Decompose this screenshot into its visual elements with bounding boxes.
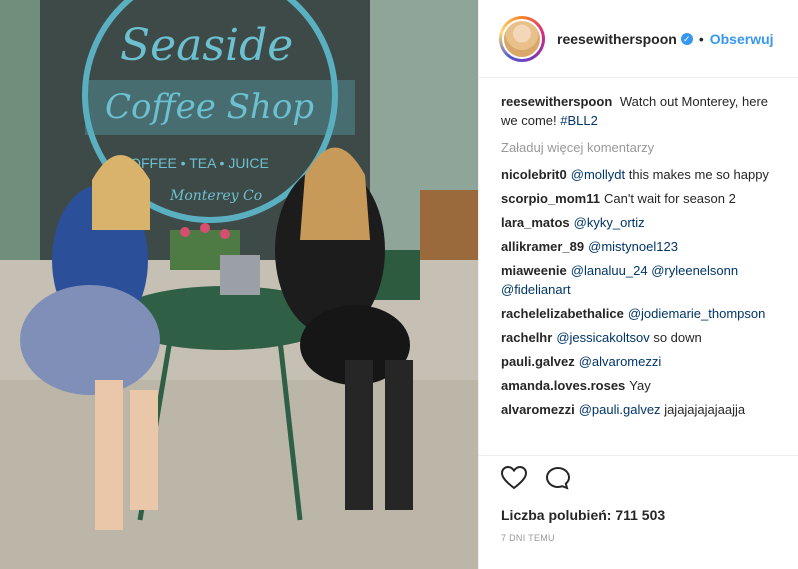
header-username[interactable]: reesewitherspoon: [557, 31, 677, 47]
comment-username[interactable]: pauli.galvez: [501, 354, 575, 369]
comment-text: Yay: [629, 378, 651, 393]
comment-username[interactable]: alvaromezzi: [501, 402, 575, 417]
action-icons: [500, 465, 798, 495]
instagram-post: Seaside Coffee Shop COFFEE • TEA • JUICE…: [0, 0, 798, 569]
separator-dot: •: [698, 30, 704, 47]
comment-icon: [545, 466, 571, 490]
comment-item: rachelelizabethalice @jodiemarie_thompson: [501, 304, 798, 323]
comment-mention[interactable]: @pauli.galvez: [579, 402, 661, 417]
comment-username[interactable]: nicolebrit0: [501, 167, 567, 182]
sign-line3: COFFEE • TEA • JUICE: [120, 155, 269, 171]
comment-username[interactable]: rachelhr: [501, 330, 552, 345]
comment-button[interactable]: [545, 466, 571, 495]
comment-item: rachelhr @jessicakoltsov so down: [501, 328, 798, 347]
comment-text: this makes me so happy: [628, 167, 769, 182]
avatar[interactable]: [499, 15, 545, 62]
caption-username[interactable]: reesewitherspoon: [501, 94, 612, 109]
comment-mention[interactable]: @jodiemarie_thompson: [628, 306, 766, 321]
comment-item: pauli.galvez @alvaromezzi: [501, 352, 798, 371]
comment-mention[interactable]: @alvaromezzi: [579, 354, 662, 369]
post-actions: Liczba polubień: 711 503 7 DNI TEMU: [479, 455, 798, 543]
post-sidebar: reesewitherspoon ✓ • Obserwuj reesewithe…: [478, 0, 798, 569]
avatar-image: [502, 18, 542, 59]
comment-text: jajajajajajaajja: [664, 402, 746, 417]
comment-mention[interactable]: @mollydt: [571, 167, 625, 182]
photo-illustration: Seaside Coffee Shop COFFEE • TEA • JUICE…: [0, 0, 478, 569]
post-timestamp[interactable]: 7 DNI TEMU: [501, 533, 798, 543]
heart-icon: [500, 465, 528, 490]
caption: reesewitherspoon Watch out Monterey, her…: [501, 92, 798, 130]
comment-username[interactable]: rachelelizabethalice: [501, 306, 624, 321]
likes-count[interactable]: Liczba polubień: 711 503: [501, 507, 798, 523]
comment-text: Can't wait for season 2: [604, 191, 736, 206]
comment-username[interactable]: allikramer_89: [501, 239, 584, 254]
post-header: reesewitherspoon ✓ • Obserwuj: [479, 0, 798, 78]
comment-mention[interactable]: @mistynoel123: [588, 239, 678, 254]
comment-item: miaweenie @lanaluu_24 @ryleenelsonn @fide…: [501, 261, 798, 299]
comment-item: amanda.loves.roses Yay: [501, 376, 798, 395]
post-photo[interactable]: Seaside Coffee Shop COFFEE • TEA • JUICE…: [0, 0, 478, 569]
load-more-comments-button[interactable]: Załaduj więcej komentarzy: [501, 138, 798, 157]
comment-username[interactable]: miaweenie: [501, 263, 567, 278]
like-button[interactable]: [500, 465, 528, 495]
comment-text: so down: [653, 330, 702, 345]
sign-line4: Monterey Co: [169, 188, 262, 204]
comment-username[interactable]: lara_matos: [501, 215, 570, 230]
comments-list: reesewitherspoon Watch out Monterey, her…: [479, 78, 798, 452]
sign-line1: Seaside: [120, 20, 293, 71]
comment-item: nicolebrit0 @mollydt this makes me so hap…: [501, 165, 798, 184]
comment-username[interactable]: scorpio_mom11: [501, 191, 600, 206]
comment-item: alvaromezzi @pauli.galvez jajajajajajaajj…: [501, 400, 798, 419]
verified-badge-icon: ✓: [680, 32, 693, 45]
comment-mention[interactable]: @kyky_ortiz: [574, 215, 645, 230]
comment-item: allikramer_89 @mistynoel123: [501, 237, 798, 256]
caption-hashtag[interactable]: #BLL2: [560, 113, 598, 128]
comment-mention[interactable]: @jessicakoltsov: [556, 330, 649, 345]
sign-line2: Coffee Shop: [105, 87, 314, 127]
follow-button[interactable]: Obserwuj: [710, 31, 774, 47]
comment-item: scorpio_mom11 Can't wait for season 2: [501, 189, 798, 208]
comment-username[interactable]: amanda.loves.roses: [501, 378, 625, 393]
comment-item: lara_matos @kyky_ortiz: [501, 213, 798, 232]
